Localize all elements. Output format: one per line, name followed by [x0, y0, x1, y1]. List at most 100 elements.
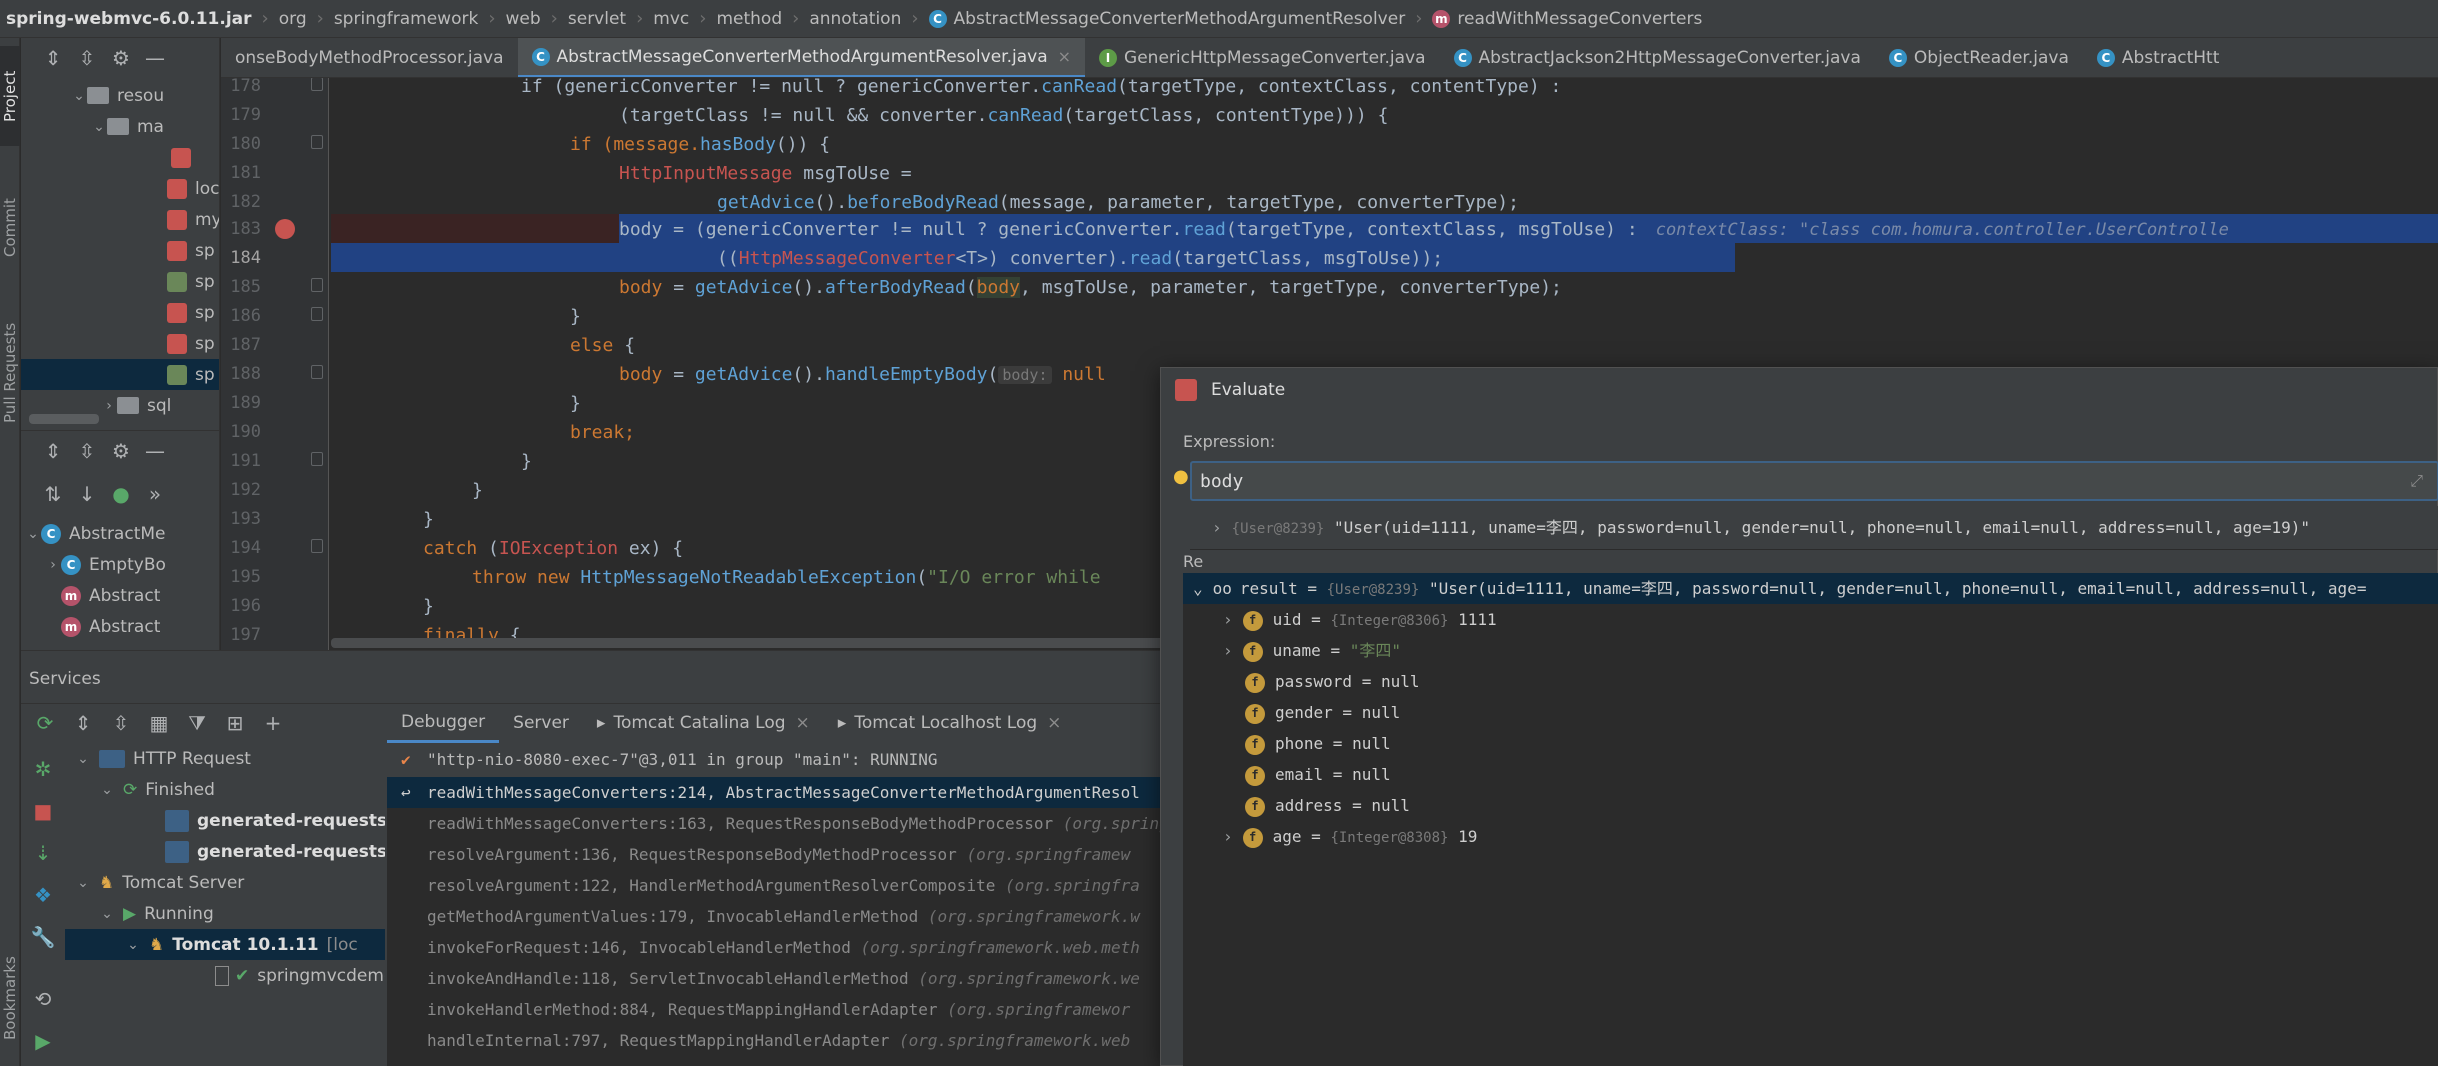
structure-row[interactable]: › C EmptyBo: [45, 549, 166, 580]
breadcrumb-item-method-name[interactable]: m readWithMessageConverters: [1432, 9, 1702, 29]
expand-all-icon[interactable]: ⇕: [39, 437, 67, 465]
service-row-tomcat-server[interactable]: ⌄ ♞ Tomcat Server: [75, 867, 244, 898]
filter-icon[interactable]: ⧩: [183, 709, 211, 737]
tab-abstract-jackson2[interactable]: C AbstractJackson2HttpMessageConverter.ja…: [1440, 38, 1875, 77]
horizontal-scrollbar[interactable]: [331, 638, 1231, 648]
tab-abstract-http[interactable]: C AbstractHtt: [2083, 38, 2233, 77]
fold-marker-icon[interactable]: [311, 365, 323, 379]
close-icon[interactable]: ×: [796, 713, 810, 733]
expand-all-icon[interactable]: ⇕: [39, 44, 67, 72]
breadcrumb-item-web[interactable]: web: [506, 9, 541, 29]
gear-icon[interactable]: ⚙: [107, 437, 135, 465]
service-row-generated-requests[interactable]: generated-requests: [165, 805, 385, 836]
expand-icon[interactable]: ⤢: [2410, 471, 2423, 491]
minimize-icon[interactable]: —: [141, 44, 169, 72]
field-row-password[interactable]: f password = null: [1183, 666, 2438, 697]
field-row-gender[interactable]: f gender = null: [1183, 697, 2438, 728]
fold-marker-icon[interactable]: [311, 452, 323, 466]
field-row-address[interactable]: f address = null: [1183, 790, 2438, 821]
tree-row[interactable]: loc: [167, 173, 219, 204]
field-row-age[interactable]: › f age = {Integer@8308} 19: [1183, 821, 2438, 852]
minimize-icon[interactable]: —: [141, 437, 169, 465]
breadcrumb-item-mvc[interactable]: mvc: [653, 9, 689, 29]
tree-row[interactable]: sp: [167, 328, 215, 359]
breadcrumb-item-org[interactable]: org: [279, 9, 307, 29]
field-row-email[interactable]: f email = null: [1183, 759, 2438, 790]
debug-icon[interactable]: ✲: [29, 755, 57, 783]
tool-tab-bookmarks[interactable]: Bookmarks: [0, 938, 20, 1058]
var-ref: {Integer@8306}: [1330, 613, 1449, 629]
tab-abstract-message-converter-resolver[interactable]: C AbstractMessageConverterMethodArgumentR…: [517, 38, 1086, 77]
group-icon[interactable]: ▦: [145, 709, 173, 737]
service-row-http-request[interactable]: ⌄ HTTP Request: [75, 743, 251, 774]
result-row[interactable]: ⌄ oo result = {User@8239} "User(uid=1111, …: [1183, 573, 2438, 604]
tab-tomcat-catalina-log[interactable]: ▸ Tomcat Catalina Log ×: [583, 703, 824, 743]
sort-alpha-icon[interactable]: ↓: [73, 480, 101, 508]
lightbulb-icon[interactable]: ●: [1173, 466, 1189, 487]
service-row-artifact[interactable]: ✔ springmvcdemo.: [215, 960, 385, 991]
tree-row[interactable]: sp: [167, 266, 215, 297]
tree-row[interactable]: sp: [167, 297, 215, 328]
sort-by-type-icon[interactable]: ⇅: [39, 480, 67, 508]
fold-marker-icon[interactable]: [311, 278, 323, 292]
tool-tab-pull-requests[interactable]: Pull Requests: [0, 298, 20, 448]
fold-marker-icon[interactable]: [311, 135, 323, 149]
rerun-icon[interactable]: ⟲: [29, 985, 57, 1013]
field-row-uid[interactable]: › f uid = {Integer@8306} 1111: [1183, 604, 2438, 635]
show-inherited-icon[interactable]: ●: [107, 480, 135, 508]
resume-icon[interactable]: ▶: [29, 1027, 57, 1055]
tab-response-body-processor[interactable]: onseBodyMethodProcessor.java: [221, 38, 518, 77]
tree-row[interactable]: [171, 142, 199, 173]
breakpoint-icon[interactable]: [275, 219, 295, 239]
new-tab-icon[interactable]: ⊞: [221, 709, 249, 737]
fold-marker-icon[interactable]: [311, 539, 323, 553]
close-icon[interactable]: ×: [1058, 47, 1071, 66]
breadcrumb-item-annotation[interactable]: annotation: [809, 9, 901, 29]
field-row-phone[interactable]: f phone = null: [1183, 728, 2438, 759]
tab-debugger[interactable]: Debugger: [387, 703, 500, 743]
breadcrumb-item-method[interactable]: method: [716, 9, 782, 29]
collapse-all-icon[interactable]: ⇳: [73, 437, 101, 465]
tree-row[interactable]: › sql: [101, 390, 171, 421]
tab-tomcat-localhost-log[interactable]: ▸ Tomcat Localhost Log ×: [824, 703, 1076, 743]
debug-settings-icon[interactable]: ❖: [29, 881, 57, 909]
tree-row[interactable]: my: [167, 204, 219, 235]
structure-row[interactable]: m Abstract: [61, 611, 160, 642]
breadcrumb-item-servlet[interactable]: servlet: [568, 9, 626, 29]
breadcrumb-item-class[interactable]: C AbstractMessageConverterMethodArgumentR…: [928, 9, 1405, 29]
tree-row[interactable]: ⌄ resou: [71, 80, 164, 111]
breadcrumb-jar[interactable]: spring-webmvc-6.0.11.jar: [6, 9, 252, 29]
add-icon[interactable]: +: [259, 709, 287, 737]
tool-tab-project[interactable]: Project: [0, 46, 20, 146]
tool-tab-commit[interactable]: Commit: [0, 178, 20, 278]
evaluate-title-bar[interactable]: Evaluate: [1161, 368, 2438, 412]
deploy-icon[interactable]: ⇣: [29, 839, 57, 867]
close-icon[interactable]: ×: [1047, 713, 1061, 733]
tab-object-reader[interactable]: C ObjectReader.java: [1875, 38, 2083, 77]
field-row-uname[interactable]: › f uname = "李四": [1183, 635, 2438, 666]
service-row-finished[interactable]: ⌄ ⟳ Finished: [99, 774, 215, 805]
stop-icon[interactable]: ■: [29, 797, 57, 825]
wrench-icon[interactable]: 🔧: [29, 923, 57, 951]
expression-input[interactable]: [1192, 463, 2437, 499]
breadcrumb-item-springframework[interactable]: springframework: [334, 9, 478, 29]
tree-row[interactable]: ⌄ ma: [91, 111, 164, 142]
service-row-tomcat-instance[interactable]: ⌄ ♞ Tomcat 10.1.11 [loc: [65, 929, 385, 960]
expression-result-preview[interactable]: › {User@8239} "User(uid=1111, uname=李四, p…: [1190, 506, 2438, 550]
service-row-running[interactable]: ⌄ ▶ Running: [99, 898, 214, 929]
structure-row[interactable]: ⌄ C AbstractMe: [25, 518, 166, 549]
structure-row[interactable]: m Abstract: [61, 580, 160, 611]
tree-row[interactable]: sp: [167, 235, 215, 266]
gear-icon[interactable]: ⚙: [107, 44, 135, 72]
tree-row-selected[interactable]: sp: [21, 359, 219, 390]
tab-generic-http-message-converter[interactable]: I GenericHttpMessageConverter.java: [1085, 38, 1439, 77]
collapse-all-icon[interactable]: ⇳: [73, 44, 101, 72]
fold-marker-icon[interactable]: [311, 307, 323, 321]
expand-all-icon[interactable]: ⇕: [69, 709, 97, 737]
tab-server[interactable]: Server: [499, 703, 583, 743]
fold-marker-icon[interactable]: [311, 78, 323, 91]
service-row-generated-requests[interactable]: generated-requests: [165, 836, 385, 867]
more-icon[interactable]: »: [141, 480, 169, 508]
horizontal-scrollbar[interactable]: [29, 414, 99, 424]
collapse-all-icon[interactable]: ⇳: [107, 709, 135, 737]
